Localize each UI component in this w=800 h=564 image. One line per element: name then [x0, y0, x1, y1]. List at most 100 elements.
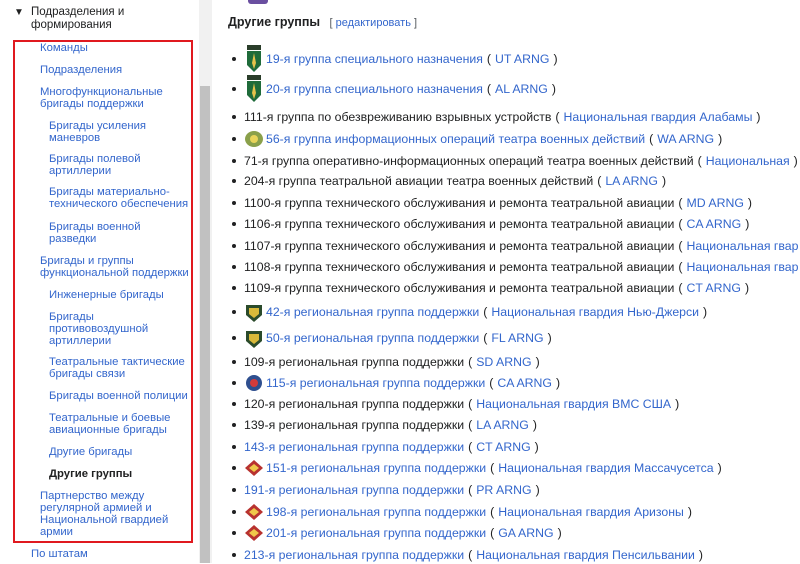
state-link[interactable]: Национальная гвардия ВМС США	[476, 395, 671, 413]
round-patch-icon[interactable]	[244, 374, 264, 392]
state-link[interactable]: CT ARNG	[476, 438, 530, 456]
diamond-patch-icon[interactable]	[244, 524, 264, 542]
group-link[interactable]: 198-я региональная группа поддержки	[266, 503, 486, 521]
sidebar-item[interactable]: Бригады усиления маневров	[49, 120, 146, 144]
sf-patch-icon[interactable]	[244, 75, 264, 103]
sidebar-item[interactable]: Команды	[40, 42, 88, 54]
paren-close: )	[744, 281, 750, 295]
sidebar-item[interactable]: Многофункциональные бригады поддержки	[40, 86, 163, 110]
bullet	[232, 360, 236, 364]
group-link[interactable]: 213-я региональная группа поддержки	[244, 546, 464, 564]
sidebar-item-label: артиллерии	[49, 165, 112, 177]
edit-link[interactable]: редактировать	[336, 17, 411, 29]
group-link[interactable]: 42-я региональная группа поддержки	[266, 303, 479, 321]
bullet	[232, 244, 236, 248]
state-link[interactable]: Национальная	[706, 152, 790, 170]
group-link[interactable]: 201-я региональная группа поддержки	[266, 524, 486, 542]
paren-close: )	[547, 331, 552, 345]
list-item: 1107-я группа технического обслуживания …	[232, 237, 800, 255]
shield-patch-icon[interactable]	[244, 329, 264, 348]
sidebar-item-label: Бригады полевой	[49, 153, 141, 165]
sidebar-item-label: Бригады военной полиции	[49, 390, 188, 402]
state-link[interactable]: CA ARNG	[687, 215, 742, 233]
state-link[interactable]: MD ARNG	[687, 194, 744, 212]
sidebar-item[interactable]: Бригады военной полиции	[49, 390, 188, 402]
list-item: 50-я региональная группа поддержки (FL AR…	[232, 329, 556, 348]
scrollbar-thumb[interactable]	[200, 86, 210, 563]
group-name: 71-я группа оперативно-информационных оп…	[244, 154, 694, 168]
sidebar-item-label: Подразделения	[40, 64, 123, 76]
state-link[interactable]: WA ARNG	[657, 130, 714, 148]
paren-open: (	[678, 196, 683, 210]
group-link[interactable]: 191-я региональная группа поддержки	[244, 481, 464, 499]
state-link[interactable]: CA ARNG	[497, 374, 552, 392]
bullet	[232, 531, 236, 535]
group-link[interactable]: 19-я группа специального назначения	[266, 50, 483, 68]
state-link[interactable]: Национальная гвардия Пенсильвании	[476, 546, 695, 564]
state-link[interactable]: GA ARNG	[498, 524, 553, 542]
sidebar-item[interactable]: Бригады материально-технического обеспеч…	[49, 186, 188, 210]
state-link[interactable]: PR ARNG	[476, 481, 531, 499]
sf-patch-icon[interactable]	[244, 45, 264, 73]
sidebar-item-label: технического обеспечения	[49, 198, 189, 210]
state-link[interactable]: CT ARNG	[687, 279, 741, 297]
state-link[interactable]: FL ARNG	[491, 329, 543, 347]
paren-close: )	[535, 355, 540, 369]
sidebar-item[interactable]: Бригады противовоздушной артиллерии	[49, 311, 148, 347]
state-link[interactable]: AL ARNG	[495, 80, 548, 98]
paren-open: (	[649, 132, 654, 146]
paren-open: (	[697, 154, 702, 168]
group-link[interactable]: 151-я региональная группа поддержки	[266, 459, 486, 477]
sidebar-item-by-states[interactable]: По штатам	[31, 548, 88, 560]
paren-open: (	[490, 505, 495, 519]
sidebar-item[interactable]: Инженерные бригады	[49, 289, 164, 301]
group-link[interactable]: 50-я региональная группа поддержки	[266, 329, 479, 347]
sidebar-item-label: разведки	[49, 233, 97, 245]
state-link[interactable]: LA ARNG	[476, 416, 529, 434]
state-link[interactable]: LA ARNG	[605, 172, 658, 190]
chevron-down-icon[interactable]: ▼	[14, 6, 24, 19]
diamond-patch-icon[interactable]	[244, 503, 264, 521]
group-link[interactable]: 56-я группа информационных операций теат…	[266, 130, 645, 148]
shield-patch-icon[interactable]	[244, 303, 264, 322]
sidebar-item[interactable]: Подразделения	[40, 64, 122, 76]
sidebar-item[interactable]: Театральные тактические бригады связи	[49, 356, 185, 380]
sidebar-item[interactable]: Другие бригады	[49, 446, 132, 458]
state-link[interactable]: Национальная гвардия Массачусетса	[498, 459, 713, 477]
paren-open: (	[483, 331, 488, 345]
sidebar-item[interactable]: Театральные и боевые авиационные бригады	[49, 412, 170, 436]
info-ops-patch-icon[interactable]	[244, 130, 264, 148]
group-link[interactable]: 115-я региональная группа поддержки	[266, 374, 485, 392]
group-link[interactable]: 143-я региональная группа поддержки	[244, 438, 464, 456]
sidebar-item[interactable]: Бригады полевой артиллерии	[49, 153, 141, 177]
sidebar-item[interactable]: Партнерство между регулярной армией и Наци…	[40, 490, 168, 538]
paren-open: (	[468, 548, 473, 562]
bullet	[232, 286, 236, 290]
list-item: 213-я региональная группа поддержки (Наци…	[232, 546, 707, 564]
sidebar-item[interactable]: Бригады военной разведки	[49, 221, 141, 245]
bullet	[232, 310, 236, 314]
state-link[interactable]: Национальная гвардия Аризоны	[498, 503, 684, 521]
sidebar-section-header[interactable]: ▼ Подразделения и формирования	[14, 6, 194, 32]
group-link[interactable]: 20-я группа специального назначения	[266, 80, 483, 98]
bullet	[232, 488, 236, 492]
state-link[interactable]: Национальная гвар	[687, 237, 799, 255]
diamond-patch-icon[interactable]	[244, 459, 264, 477]
state-link[interactable]: Национальная гвардия Алабамы	[564, 108, 753, 126]
sidebar-item[interactable]: Бригады и группы функциональной поддержки	[40, 255, 189, 279]
paren-open: (	[486, 52, 491, 66]
edit-section: [ редактировать ]	[330, 17, 418, 29]
bullet	[232, 381, 236, 385]
cropped-patch-icon	[248, 0, 268, 4]
sidebar-section-title: Подразделения и формирования	[31, 6, 125, 31]
state-link[interactable]: UT ARNG	[495, 50, 549, 68]
state-link[interactable]: SD ARNG	[476, 353, 531, 371]
sidebar-item-label: бригады связи	[49, 368, 126, 380]
paren-close: )	[555, 376, 561, 390]
list-item: 120-я региональная группа поддержки(Наци…	[232, 395, 683, 413]
state-link[interactable]: Национальная гвар	[687, 258, 799, 276]
list-item: 20-я группа специального назначения(AL A…	[232, 75, 560, 102]
paren-close: )	[793, 154, 798, 168]
paren-close: )	[747, 196, 753, 210]
state-link[interactable]: Национальная гвардия Нью-Джерси	[491, 303, 699, 321]
